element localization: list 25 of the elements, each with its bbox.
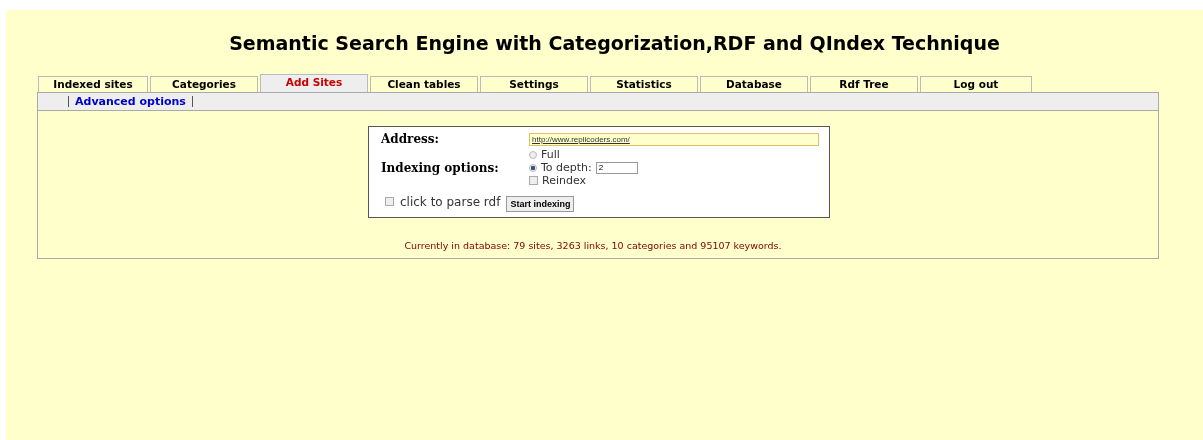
radio-button[interactable] bbox=[529, 150, 537, 159]
checkbox[interactable] bbox=[529, 176, 538, 185]
tab[interactable]: Categories bbox=[150, 76, 258, 92]
page-title: Semantic Search Engine with Categorization,RDF and QIndex Technique bbox=[228, 32, 1001, 54]
indexing-options-label: Indexing options: bbox=[381, 160, 500, 175]
option-label: Full bbox=[541, 148, 560, 161]
radio-button[interactable] bbox=[529, 163, 537, 172]
tab[interactable]: Log out bbox=[920, 76, 1032, 92]
start-indexing-button[interactable]: Start indexing bbox=[506, 196, 575, 212]
advanced-options-link[interactable]: Advanced options bbox=[75, 95, 186, 108]
parse-rdf-label: click to parse rdf bbox=[400, 194, 501, 209]
tab[interactable]: Add Sites bbox=[260, 74, 368, 92]
option-label: To depth: bbox=[541, 161, 592, 174]
tab[interactable]: Statistics bbox=[590, 76, 698, 92]
tab[interactable]: Indexed sites bbox=[38, 76, 148, 92]
tab[interactable]: Settings bbox=[480, 76, 588, 92]
address-field[interactable]: http://www.replicoders.com/ bbox=[529, 132, 819, 146]
checkbox[interactable] bbox=[385, 197, 394, 206]
tab[interactable]: Database bbox=[700, 76, 808, 92]
tab[interactable]: Clean tables bbox=[370, 76, 478, 92]
tab[interactable]: Rdf Tree bbox=[810, 76, 918, 92]
depth-field[interactable]: 2 bbox=[595, 161, 638, 174]
database-summary: Currently in database: 79 sites, 3263 links, 10 categories and 95107 keywords. bbox=[403, 240, 783, 251]
address-label: Address: bbox=[381, 132, 440, 146]
option-label: Reindex bbox=[542, 174, 586, 187]
